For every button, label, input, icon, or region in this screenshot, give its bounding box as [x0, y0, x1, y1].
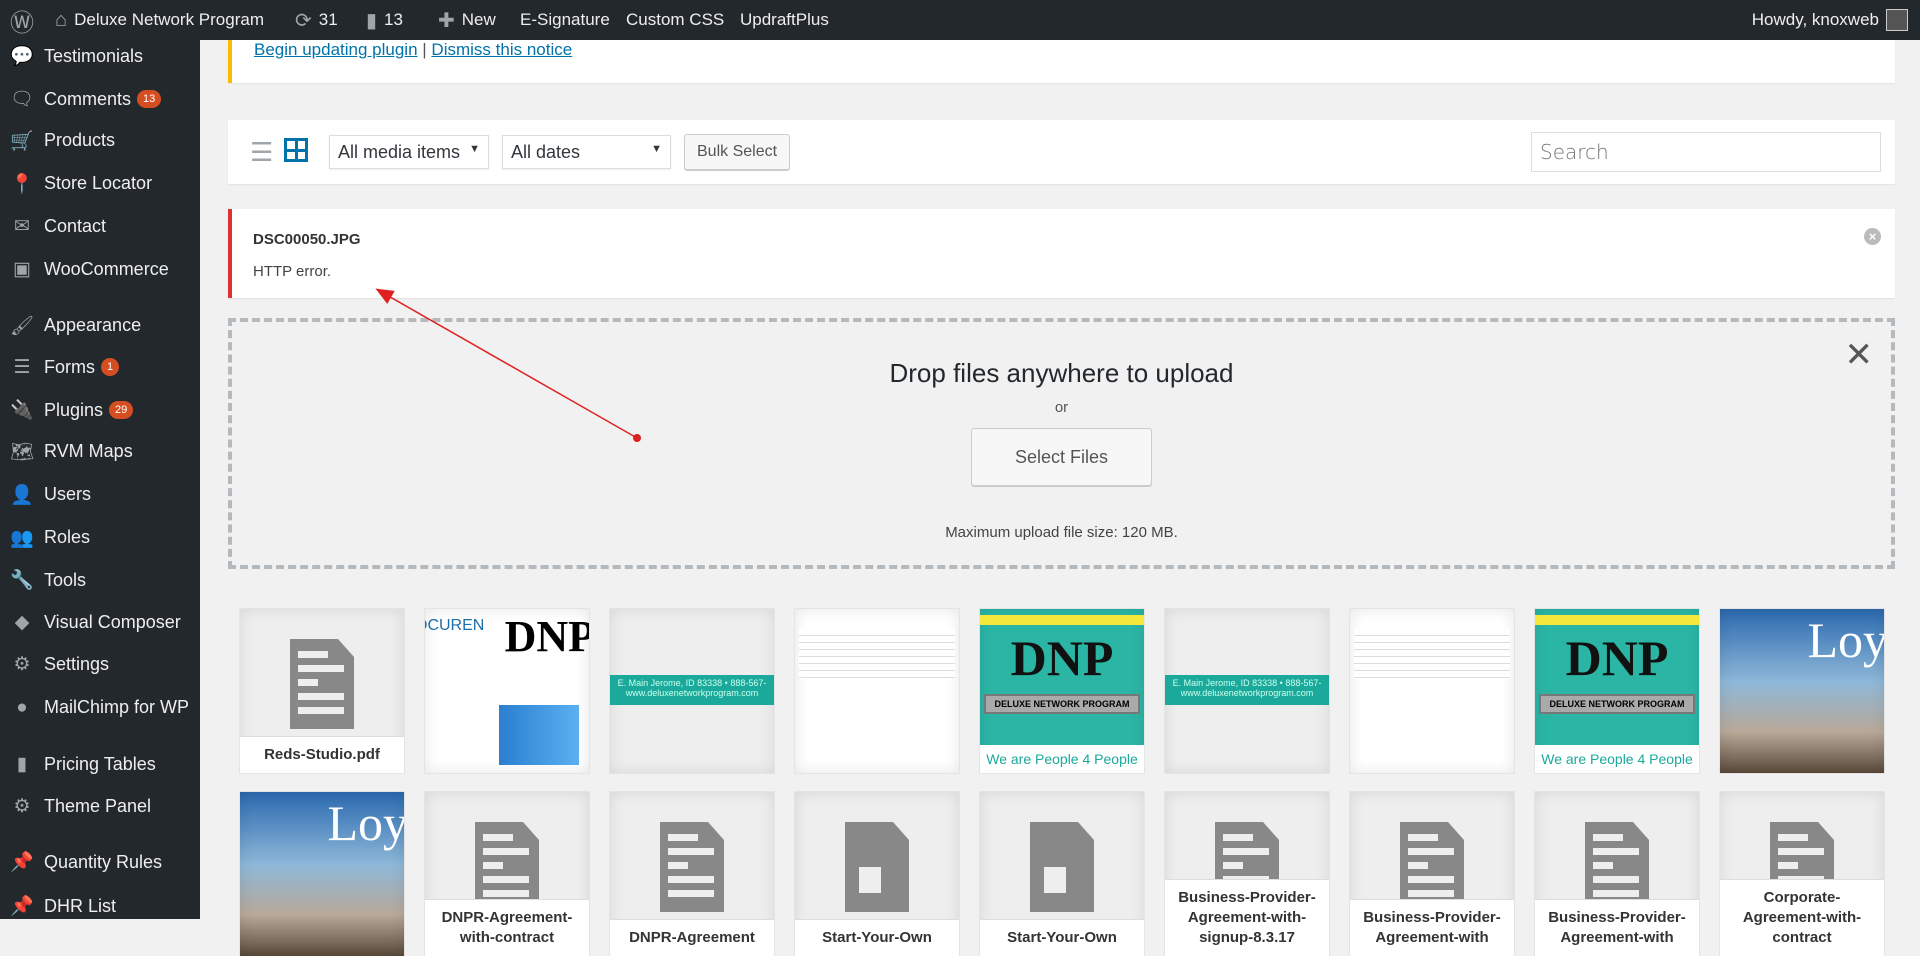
media-item-filename: Start-Your-Own	[795, 919, 959, 956]
media-item-filename: DNPR-Agreement	[610, 919, 774, 956]
media-item-filename: Start-Your-Own	[980, 919, 1144, 956]
annotation-arrow	[375, 288, 641, 442]
